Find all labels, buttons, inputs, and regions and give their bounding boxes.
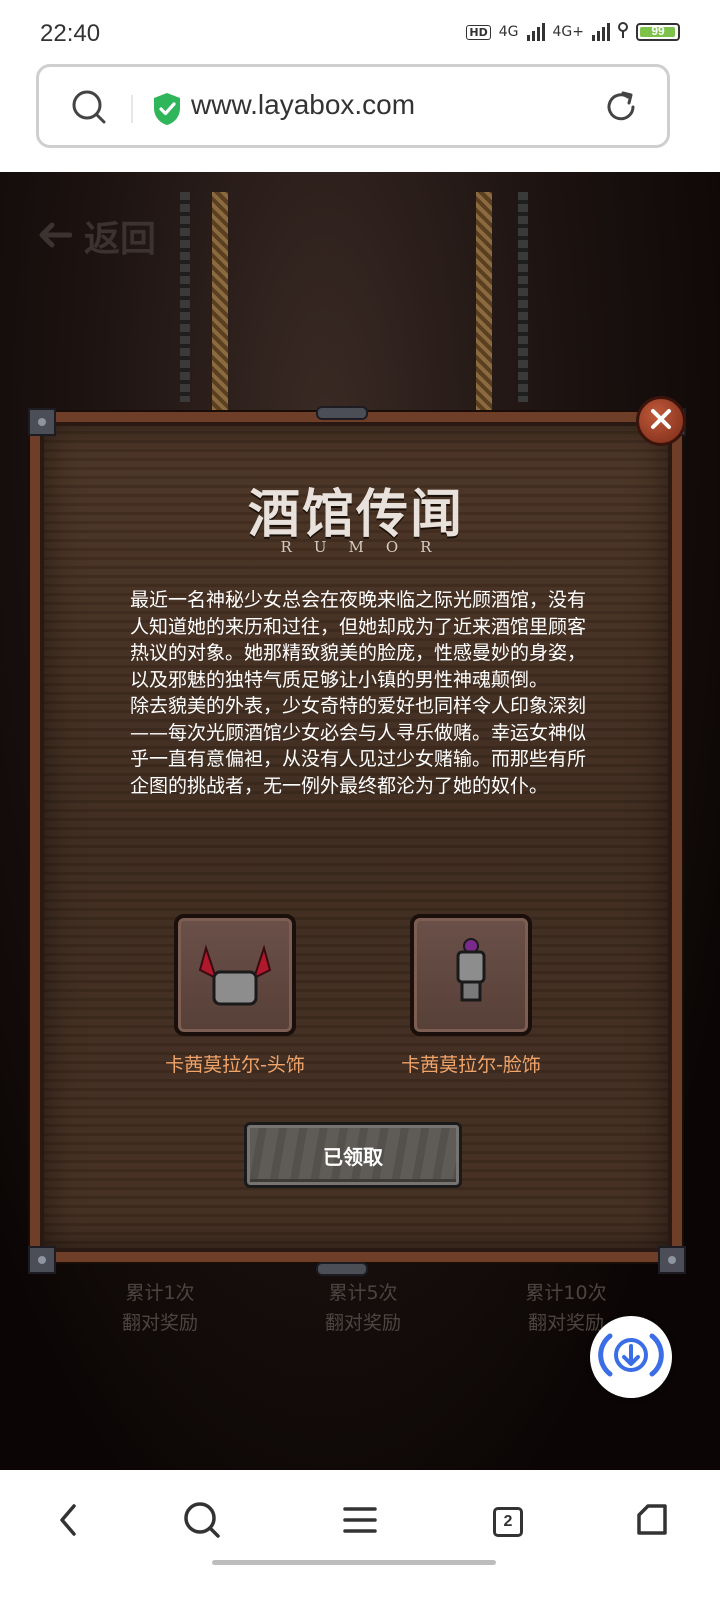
reward-name: 卡茜莫拉尔-脸饰 bbox=[401, 1054, 541, 1076]
chevron-left-icon bbox=[56, 1502, 80, 1542]
search-icon bbox=[183, 1501, 221, 1543]
close-button[interactable] bbox=[636, 396, 686, 446]
game-canvas[interactable]: 返回 累计1次 翻对奖励 累计5次 翻对奖励 累计10次 翻对奖励 酒馆传闻 R… bbox=[0, 172, 720, 1470]
menu-nav-button[interactable] bbox=[336, 1498, 384, 1546]
back-label: 返回 bbox=[84, 218, 157, 260]
back-button[interactable]: 返回 bbox=[38, 210, 156, 262]
story-text: 最近一名神秘少女总会在夜晚来临之际光顾酒馆，没有人知道她的来历和过往，但她却成为… bbox=[130, 587, 590, 799]
frame-corner bbox=[658, 1246, 686, 1274]
story-paragraph: 最近一名神秘少女总会在夜晚来临之际光顾酒馆，没有人知道她的来历和过往，但她却成为… bbox=[130, 589, 587, 691]
milestone-label: 翻对奖励 bbox=[324, 1312, 401, 1334]
browser-toolbar: 2 bbox=[0, 1470, 720, 1600]
face-mask-icon bbox=[414, 938, 528, 1036]
story-paragraph: 除去貌美的外表，少女奇特的爱好也同样令人印象深刻——每次光顾酒馆少女必会与人寻乐… bbox=[130, 695, 587, 797]
address-bar[interactable]: www.layabox.com bbox=[36, 64, 670, 148]
milestone-item: 累计1次 翻对奖励 bbox=[80, 1278, 240, 1338]
network-type-1: 4G bbox=[498, 24, 519, 40]
reward-name: 卡茜莫拉尔-头饰 bbox=[165, 1054, 305, 1076]
battery-level: 99 bbox=[651, 24, 665, 38]
reward-slot bbox=[410, 914, 532, 1036]
hanging-rope-right bbox=[476, 192, 492, 422]
home-indicator[interactable] bbox=[212, 1560, 496, 1565]
close-icon bbox=[649, 407, 673, 435]
hanging-rope-left bbox=[212, 192, 228, 422]
milestone-item: 累计5次 翻对奖励 bbox=[283, 1278, 443, 1338]
frame-corner bbox=[28, 1246, 56, 1274]
back-nav-button[interactable] bbox=[44, 1498, 92, 1546]
hanging-chain-left bbox=[180, 192, 190, 402]
milestone-count: 累计10次 bbox=[525, 1282, 607, 1304]
hanging-chain-right bbox=[518, 192, 528, 402]
download-icon bbox=[598, 1330, 664, 1384]
milestone-label: 翻对奖励 bbox=[121, 1312, 198, 1334]
reward-item: 卡茜莫拉尔-脸饰 bbox=[376, 914, 566, 1077]
search-nav-button[interactable] bbox=[178, 1498, 226, 1546]
search-icon[interactable] bbox=[71, 89, 107, 129]
home-nav-button[interactable] bbox=[628, 1498, 676, 1546]
signal-icon-2 bbox=[592, 23, 610, 41]
status-time: 22:40 bbox=[40, 20, 101, 47]
network-type-2: 4G+ bbox=[552, 24, 585, 40]
frame-hinge bbox=[316, 1262, 368, 1276]
horned-helmet-icon bbox=[178, 944, 292, 1036]
status-icons: HD 4G 4G+ 99 bbox=[466, 22, 680, 42]
signal-icon bbox=[526, 23, 545, 41]
reload-icon[interactable] bbox=[603, 89, 639, 129]
tab-count-icon: 2 bbox=[493, 1507, 523, 1537]
hd-voice-icon: HD bbox=[466, 24, 491, 40]
reward-slot bbox=[174, 914, 296, 1036]
rumor-dialog: 酒馆传闻 RUMOR 最近一名神秘少女总会在夜晚来临之际光顾酒馆，没有人知道她的… bbox=[28, 396, 686, 1276]
divider bbox=[131, 95, 133, 123]
battery-icon: 99 bbox=[636, 23, 680, 41]
claimed-button[interactable]: 已领取 bbox=[244, 1122, 462, 1188]
arrow-left-icon bbox=[38, 215, 73, 257]
milestone-count: 累计1次 bbox=[125, 1282, 195, 1304]
milestone-count: 累计5次 bbox=[328, 1282, 398, 1304]
download-button[interactable] bbox=[590, 1316, 672, 1398]
status-bar: 22:40 HD 4G 4G+ 99 bbox=[0, 0, 720, 66]
charging-icon bbox=[618, 22, 628, 42]
dialog-subtitle: RUMOR bbox=[280, 538, 454, 556]
dialog-title: 酒馆传闻 bbox=[247, 484, 464, 545]
secure-shield-icon bbox=[151, 91, 183, 131]
menu-icon bbox=[343, 1505, 377, 1539]
frame-hinge bbox=[316, 406, 368, 420]
url-text[interactable]: www.layabox.com bbox=[191, 89, 415, 121]
tabs-nav-button[interactable]: 2 bbox=[484, 1498, 532, 1546]
home-icon bbox=[635, 1503, 669, 1541]
reward-item: 卡茜莫拉尔-头饰 bbox=[140, 914, 330, 1077]
frame-corner bbox=[28, 408, 56, 436]
